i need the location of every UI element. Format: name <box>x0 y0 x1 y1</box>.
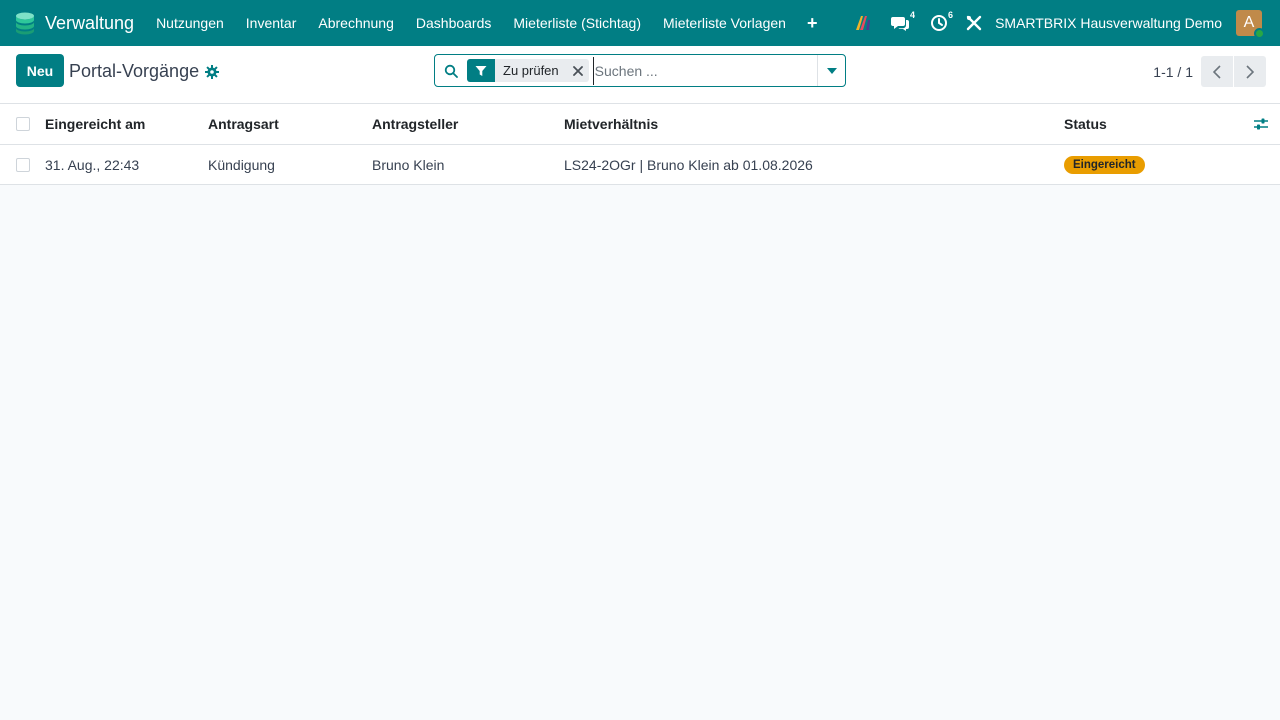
tools-icon <box>966 15 982 31</box>
messages-menu[interactable]: 4 <box>883 0 919 46</box>
app-brand[interactable]: Verwaltung <box>14 11 134 35</box>
pager-next-button[interactable] <box>1234 56 1266 87</box>
activities-count: 6 <box>948 10 954 20</box>
company-switcher[interactable]: SMARTBRIX Hausverwaltung Demo <box>995 15 1222 31</box>
pager-previous-button[interactable] <box>1201 56 1233 87</box>
caret-down-icon <box>826 67 837 74</box>
column-header-antragsteller[interactable]: Antragsteller <box>372 104 458 144</box>
search-icon[interactable] <box>435 64 467 78</box>
cell-antragsteller: Bruno Klein <box>372 156 445 173</box>
control-panel: Neu Portal-Vorgänge Zu prüfen Suchen ...… <box>0 46 1280 104</box>
menu-item-dashboards[interactable]: Dashboards <box>405 0 503 46</box>
filter-icon <box>467 59 495 82</box>
chevron-left-icon <box>1213 64 1221 79</box>
breadcrumb: Portal-Vorgänge <box>69 61 220 82</box>
app-title: Verwaltung <box>45 12 135 33</box>
menu-item-nutzungen[interactable]: Nutzungen <box>145 0 235 46</box>
avatar-letter: A <box>1243 14 1255 31</box>
cell-mietverhaeltnis: LS24-2OGr | Bruno Klein ab 01.08.2026 <box>564 156 813 173</box>
search-facet: Zu prüfen <box>467 59 589 82</box>
column-header-antragsart[interactable]: Antragsart <box>208 104 279 144</box>
search-bar: Zu prüfen <box>434 54 846 87</box>
messages-count: 4 <box>910 10 916 20</box>
pager-value[interactable]: 1-1 / 1 <box>1153 64 1193 80</box>
systray: 4 6 SMARTBRIX Hausverwaltung Demo A <box>849 0 1280 46</box>
gear-icon[interactable] <box>205 64 220 79</box>
search-options-toggle[interactable] <box>817 55 845 86</box>
app-switch-logo-icon[interactable] <box>849 0 879 46</box>
select-all-checkbox-cell <box>16 104 30 144</box>
status-badge: Eingereicht <box>1064 155 1145 174</box>
app-logo-icon <box>16 12 34 35</box>
top-navbar: Verwaltung Nutzungen Inventar Abrechnung… <box>0 0 1280 46</box>
facet-remove-icon[interactable] <box>567 65 589 76</box>
column-header-status[interactable]: Status <box>1064 104 1107 144</box>
user-avatar[interactable]: A <box>1236 10 1265 39</box>
colored-logo-icon <box>856 16 871 30</box>
menu-item-mieterliste-stichtag[interactable]: Mieterliste (Stichtag) <box>502 0 652 46</box>
online-status-icon <box>1254 28 1265 39</box>
menu-item-mieterliste-vorlagen[interactable]: Mieterliste Vorlagen <box>652 0 797 46</box>
select-all-checkbox[interactable] <box>16 117 30 131</box>
cell-eingereicht: 31. Aug., 22:43 <box>45 156 140 173</box>
row-checkbox[interactable] <box>16 157 30 172</box>
cell-status: Eingereicht <box>1064 145 1145 184</box>
menu-add-icon[interactable]: + <box>797 0 828 46</box>
chat-icon <box>891 17 910 31</box>
list-header: Eingereicht am Antragsart Antragsteller … <box>0 104 1280 145</box>
chevron-right-icon <box>1246 64 1254 79</box>
cell-antragsart: Kündigung <box>208 156 275 173</box>
column-header-mietverhaeltnis[interactable]: Mietverhältnis <box>564 104 658 144</box>
menu-item-inventar[interactable]: Inventar <box>235 0 308 46</box>
menu-item-abrechnung[interactable]: Abrechnung <box>307 0 405 46</box>
main-menu: Nutzungen Inventar Abrechnung Dashboards… <box>145 0 827 46</box>
activities-menu[interactable]: 6 <box>919 0 959 46</box>
optional-columns-icon[interactable] <box>1254 117 1268 134</box>
page-title: Portal-Vorgänge <box>69 61 200 81</box>
list-view: Eingereicht am Antragsart Antragsteller … <box>0 104 1280 185</box>
pager: 1-1 / 1 <box>1153 56 1266 87</box>
row-checkbox-cell <box>16 145 30 184</box>
debug-tools-menu[interactable] <box>959 0 989 46</box>
clock-icon <box>931 15 948 31</box>
table-row[interactable]: 31. Aug., 22:43 Kündigung Bruno Klein LS… <box>0 145 1280 185</box>
column-header-eingereicht[interactable]: Eingereicht am <box>45 104 145 144</box>
search-input[interactable] <box>592 56 817 85</box>
new-button[interactable]: Neu <box>16 54 64 87</box>
facet-label: Zu prüfen <box>503 63 559 78</box>
